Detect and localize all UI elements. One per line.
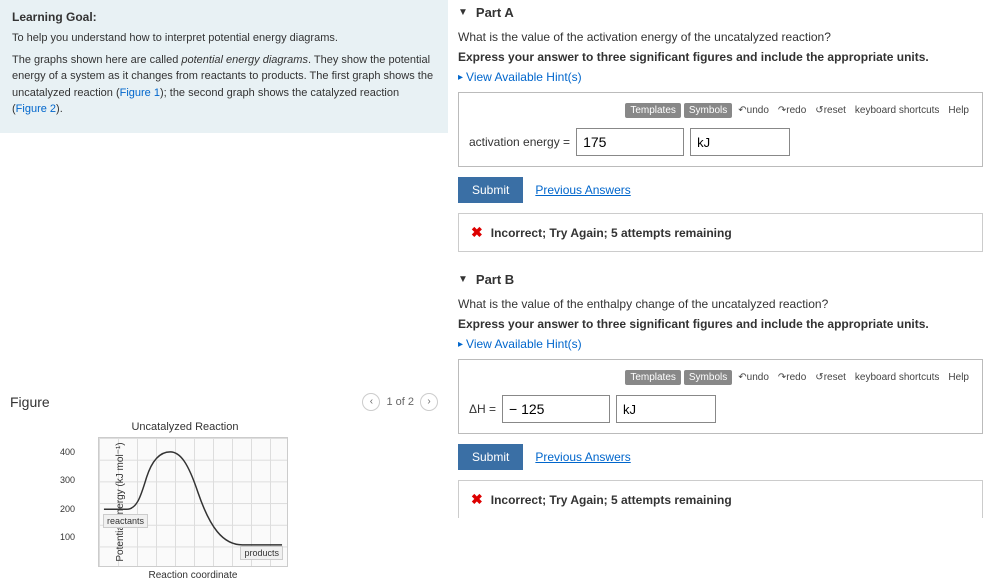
redo-button[interactable]: ↷redo (775, 103, 809, 118)
part-a-instruction: Express your answer to three significant… (458, 50, 983, 64)
part-b-answer-box: Templates Symbols ↶undo ↷redo ↺reset key… (458, 359, 983, 434)
keyboard-shortcuts-button[interactable]: keyboard shortcuts (852, 370, 943, 385)
part-b-unit-input[interactable] (616, 395, 716, 423)
part-b-hints-link[interactable]: View Available Hint(s) (458, 337, 983, 351)
keyboard-shortcuts-button[interactable]: keyboard shortcuts (852, 103, 943, 118)
symbols-button[interactable]: Symbols (684, 370, 732, 385)
part-a-section: ▼ Part A What is the value of the activa… (458, 5, 983, 252)
figure-prev-button[interactable]: ‹ (362, 393, 380, 411)
learning-goal-line2: The graphs shown here are called potenti… (12, 52, 436, 118)
part-b-caret-icon[interactable]: ▼ (458, 274, 468, 285)
part-a-hints-link[interactable]: View Available Hint(s) (458, 70, 983, 84)
redo-button[interactable]: ↷redo (775, 370, 809, 385)
figure-2-link[interactable]: Figure 2 (16, 103, 56, 115)
part-b-previous-answers-link[interactable]: Previous Answers (535, 450, 630, 464)
reset-button[interactable]: ↺reset (812, 370, 849, 385)
part-b-instruction: Express your answer to three significant… (458, 317, 983, 331)
part-b-section: ▼ Part B What is the value of the enthal… (458, 272, 983, 518)
learning-goal-line1: To help you understand how to interpret … (12, 30, 436, 47)
figure-page-indicator: 1 of 2 (386, 396, 414, 408)
part-b-toolbar: Templates Symbols ↶undo ↷redo ↺reset key… (469, 370, 972, 385)
incorrect-icon: ✖ (471, 224, 483, 241)
part-a-submit-button[interactable]: Submit (458, 177, 523, 203)
part-a-input-label: activation energy = (469, 135, 570, 149)
reactants-label: reactants (103, 514, 148, 528)
part-a-unit-input[interactable] (690, 128, 790, 156)
part-a-question: What is the value of the activation ener… (458, 30, 983, 44)
part-b-submit-button[interactable]: Submit (458, 444, 523, 470)
x-axis-label: Reaction coordinate (98, 570, 288, 581)
part-a-feedback-text: Incorrect; Try Again; 5 attempts remaini… (491, 226, 732, 240)
undo-button[interactable]: ↶undo (735, 370, 772, 385)
part-b-feedback-text: Incorrect; Try Again; 5 attempts remaini… (491, 493, 732, 507)
templates-button[interactable]: Templates (625, 370, 681, 385)
undo-button[interactable]: ↶undo (735, 103, 772, 118)
learning-goal-panel: Learning Goal: To help you understand ho… (0, 0, 448, 133)
part-a-value-input[interactable] (576, 128, 684, 156)
symbols-button[interactable]: Symbols (684, 103, 732, 118)
part-b-question: What is the value of the enthalpy change… (458, 297, 983, 311)
part-a-answer-box: Templates Symbols ↶undo ↷redo ↺reset key… (458, 92, 983, 167)
help-button[interactable]: Help (945, 103, 972, 118)
figure-section: Figure ‹ 1 of 2 › Uncatalyzed Reaction P… (0, 393, 448, 581)
incorrect-icon: ✖ (471, 491, 483, 508)
part-b-feedback: ✖ Incorrect; Try Again; 5 attempts remai… (458, 480, 983, 518)
part-a-title: Part A (476, 5, 514, 20)
figure-1-link[interactable]: Figure 1 (120, 87, 160, 99)
part-a-toolbar: Templates Symbols ↶undo ↷redo ↺reset key… (469, 103, 972, 118)
templates-button[interactable]: Templates (625, 103, 681, 118)
part-a-previous-answers-link[interactable]: Previous Answers (535, 183, 630, 197)
chart-title: Uncatalyzed Reaction (70, 421, 300, 433)
figure-title: Figure (10, 394, 50, 410)
part-a-caret-icon[interactable]: ▼ (458, 7, 468, 18)
part-a-feedback: ✖ Incorrect; Try Again; 5 attempts remai… (458, 213, 983, 252)
learning-goal-title: Learning Goal: (12, 10, 436, 24)
part-b-value-input[interactable] (502, 395, 610, 423)
products-label: products (240, 546, 283, 560)
chart-plot: Potential energy (kJ mol⁻¹) 400 300 200 … (98, 437, 288, 567)
part-b-title: Part B (476, 272, 514, 287)
reset-button[interactable]: ↺reset (812, 103, 849, 118)
figure-next-button[interactable]: › (420, 393, 438, 411)
part-b-input-label: ΔH = (469, 402, 496, 416)
help-button[interactable]: Help (945, 370, 972, 385)
